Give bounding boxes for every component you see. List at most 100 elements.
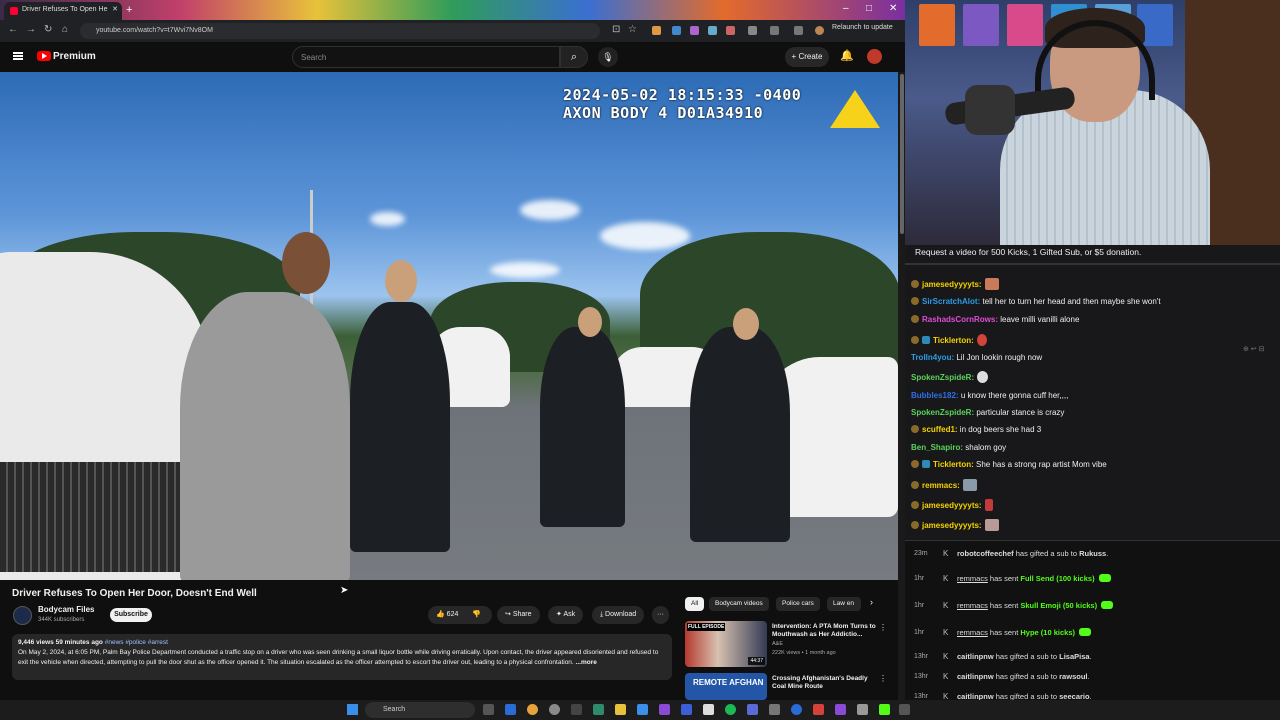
- windows-start-icon[interactable]: [347, 704, 358, 715]
- back-icon[interactable]: ←: [8, 24, 18, 35]
- show-more-link[interactable]: ...more: [576, 659, 597, 666]
- rec-thumbnail[interactable]: REMOTE AFGHAN: [685, 673, 767, 700]
- home-icon[interactable]: ⌂: [62, 24, 68, 35]
- chat-pin-icon[interactable]: ⊕ ↩ ⊟: [1243, 345, 1265, 353]
- app-icon[interactable]: [571, 704, 582, 715]
- chip-law-enforcement[interactable]: Law en: [827, 597, 861, 611]
- event-user[interactable]: remmacs: [957, 628, 988, 637]
- share-button[interactable]: ↪ Share: [497, 606, 540, 624]
- sidebar-icon[interactable]: [770, 26, 779, 35]
- extension-icon[interactable]: [690, 26, 699, 35]
- kick-app-icon[interactable]: [879, 704, 890, 715]
- minimize-button[interactable]: –: [843, 3, 849, 14]
- chat-username[interactable]: SirScratchAlot:: [922, 297, 980, 306]
- chevron-right-icon[interactable]: ›: [870, 597, 873, 607]
- app-icon[interactable]: [549, 704, 560, 715]
- app-icon[interactable]: [769, 704, 780, 715]
- app-icon[interactable]: [505, 704, 516, 715]
- search-button[interactable]: ⌕: [560, 46, 588, 68]
- chip-police-cars[interactable]: Police cars: [776, 597, 820, 611]
- app-icon[interactable]: [681, 704, 692, 715]
- rec-thumbnail[interactable]: FULL EPISODE 44:37: [685, 621, 767, 667]
- chip-bodycam-videos[interactable]: Bodycam videos: [709, 597, 769, 611]
- event-user[interactable]: remmacs: [957, 601, 988, 610]
- app-icon[interactable]: [857, 704, 868, 715]
- app-icon[interactable]: [899, 704, 910, 715]
- event-user[interactable]: remmacs: [957, 574, 988, 583]
- app-icon[interactable]: [747, 704, 758, 715]
- download-button[interactable]: ⤓ Download: [592, 606, 645, 624]
- hashtags[interactable]: #news #police #arrest: [105, 639, 168, 646]
- account-avatar[interactable]: [867, 49, 882, 64]
- app-icon[interactable]: [791, 704, 802, 715]
- tab-youtube[interactable]: Driver Refuses To Open He ✕: [4, 2, 122, 20]
- chat-username[interactable]: jamesedyyyyts:: [922, 280, 982, 289]
- more-actions-button[interactable]: ···: [652, 606, 669, 624]
- chat-username[interactable]: jamesedyyyyts:: [922, 501, 982, 510]
- taskbar-search[interactable]: Search: [365, 702, 475, 718]
- extensions-puzzle-icon[interactable]: [748, 26, 757, 35]
- rec-title[interactable]: Crossing Afghanistan's Deadly Coal Mine …: [772, 675, 876, 691]
- youtube-premium-brand[interactable]: Premium: [53, 51, 96, 62]
- chat-username[interactable]: Ticklerton:: [933, 460, 974, 469]
- profile-icon[interactable]: [815, 26, 824, 35]
- channel-name[interactable]: Bodycam Files: [38, 605, 94, 614]
- chat-username[interactable]: Trolln4you:: [911, 353, 954, 362]
- voice-search-button[interactable]: 🎙: [598, 47, 618, 67]
- notifications-bell-icon[interactable]: 🔔: [840, 49, 854, 62]
- tab-close-icon[interactable]: ✕: [112, 5, 118, 13]
- file-explorer-icon[interactable]: [615, 704, 626, 715]
- search-input[interactable]: Search: [292, 46, 560, 68]
- maximize-button[interactable]: □: [866, 3, 872, 14]
- chat-username[interactable]: remmacs:: [922, 481, 960, 490]
- rec-menu-icon[interactable]: ⋮: [879, 623, 887, 632]
- rec-title[interactable]: Intervention: A PTA Mom Turns to Mouthwa…: [772, 623, 876, 639]
- ask-button[interactable]: ✦ Ask: [548, 606, 584, 624]
- youtube-logo-icon[interactable]: [37, 51, 51, 61]
- subscribe-button[interactable]: Subscribe: [110, 608, 152, 622]
- chat-username[interactable]: SpokenZspideR:: [911, 373, 974, 382]
- description-box[interactable]: 9,446 views 59 minutes ago #news #police…: [12, 634, 672, 680]
- close-window-button[interactable]: ✕: [889, 3, 897, 14]
- scrollbar-thumb[interactable]: [900, 74, 904, 234]
- chat-username[interactable]: RashadsCornRows:: [922, 315, 998, 324]
- install-icon[interactable]: ⊡: [612, 24, 620, 35]
- extension-icon[interactable]: [652, 26, 661, 35]
- chip-all[interactable]: All: [685, 597, 705, 611]
- app-icon[interactable]: [813, 704, 824, 715]
- extension-icon[interactable]: [672, 26, 681, 35]
- app-icon[interactable]: [637, 704, 648, 715]
- video-player[interactable]: 2024-05-02 18:15:33 -0400 AXON BODY 4 D0…: [0, 72, 898, 580]
- reload-icon[interactable]: ↻: [44, 24, 52, 35]
- relaunch-button[interactable]: Relaunch to update: [832, 24, 893, 31]
- like-dislike-button[interactable]: 👍 624 👎: [428, 606, 492, 624]
- spotify-icon[interactable]: [725, 704, 736, 715]
- hamburger-menu-icon[interactable]: [13, 52, 23, 60]
- app-icon[interactable]: [659, 704, 670, 715]
- forward-icon[interactable]: →: [26, 24, 36, 35]
- app-icon[interactable]: [703, 704, 714, 715]
- extension-icon[interactable]: [726, 26, 735, 35]
- chat-username[interactable]: scuffed1:: [922, 425, 958, 434]
- extension-icon[interactable]: [708, 26, 717, 35]
- bookmark-star-icon[interactable]: ☆: [628, 24, 637, 35]
- download-icon[interactable]: [794, 26, 803, 35]
- new-tab-button[interactable]: +: [126, 4, 132, 16]
- event-target[interactable]: rawsoul: [1059, 672, 1087, 681]
- task-view-icon[interactable]: [483, 704, 494, 715]
- chat-username[interactable]: Ticklerton:: [933, 336, 974, 345]
- create-button[interactable]: + Create: [785, 47, 829, 67]
- chat-username[interactable]: SpokenZspideR:: [911, 408, 974, 417]
- chat-username[interactable]: jamesedyyyyts:: [922, 521, 982, 530]
- rec-menu-icon[interactable]: ⋮: [879, 674, 887, 683]
- app-icon[interactable]: [593, 704, 604, 715]
- event-user[interactable]: caitlinpnw: [957, 672, 994, 681]
- thumbs-down-icon[interactable]: 👎: [472, 611, 481, 618]
- event-target[interactable]: Rukuss: [1079, 549, 1106, 558]
- chat-username[interactable]: Ben_Shapiro:: [911, 443, 963, 452]
- chrome-icon[interactable]: [527, 704, 538, 715]
- channel-avatar[interactable]: [13, 606, 32, 625]
- event-user[interactable]: robotcoffeechef: [957, 549, 1014, 558]
- chat-username[interactable]: Bubbles182:: [911, 391, 959, 400]
- rec-channel[interactable]: A&E: [772, 641, 882, 648]
